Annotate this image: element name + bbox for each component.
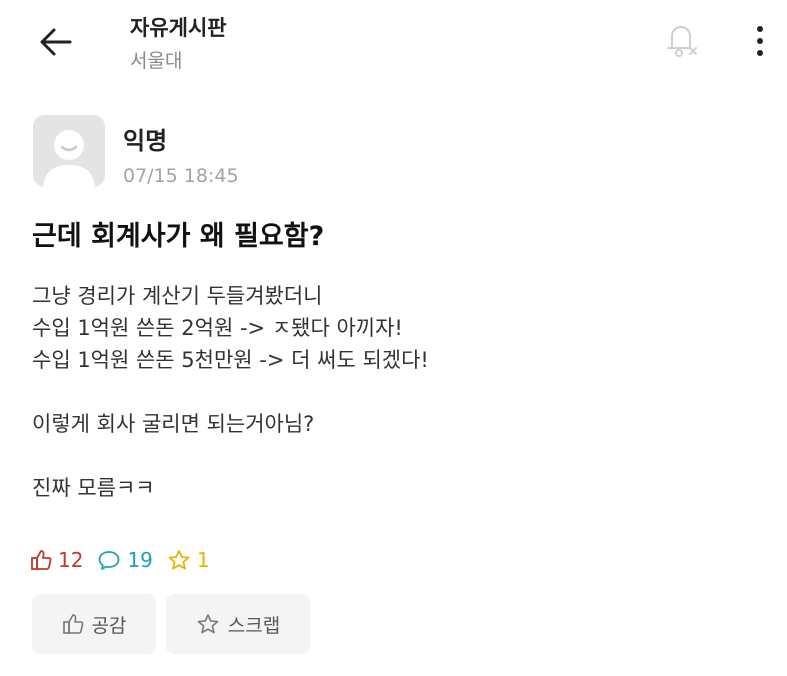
anonymous-avatar-icon: [33, 115, 105, 187]
scrap-button-label: 스크랩: [227, 614, 281, 637]
post-body-line: [32, 440, 429, 472]
like-count: 12: [58, 548, 84, 572]
thumbs-up-icon: [62, 614, 83, 634]
post-stats: 12 19 1: [30, 545, 224, 575]
notification-button[interactable]: [660, 18, 702, 62]
post-body-line: 그냥 경리가 계산기 두들겨봤더니: [32, 284, 323, 308]
post-title: 근데 회계사가 왜 필요함?: [32, 221, 325, 252]
post-body-line: 수입 1억원 쓴돈 5천만원 -> 더 써도 되겠다!: [32, 348, 429, 372]
post-author-block: 익명 07/15 18:45: [33, 115, 533, 190]
post-body-line: [32, 376, 429, 408]
thumbs-up-icon: [31, 550, 52, 570]
post-body: 그냥 경리가 계산기 두들겨봤더니 수입 1억원 쓴돈 2억원 -> ㅈ됐다 아…: [32, 280, 429, 504]
comment-icon: [99, 551, 120, 570]
post-body-line: 진짜 모름ㅋㅋ: [32, 476, 155, 500]
post-timestamp: 07/15 18:45: [123, 165, 239, 187]
scrap-button[interactable]: 스크랩: [166, 594, 310, 654]
more-options-button[interactable]: [745, 20, 775, 62]
post-body-line: 이렇게 회사 굴리면 되는거아님?: [32, 412, 315, 436]
like-button-label: 공감: [91, 614, 127, 637]
star-icon: [197, 614, 219, 634]
author-name: 익명: [123, 127, 168, 155]
star-icon: [168, 550, 190, 570]
like-count-stat: 12: [30, 548, 83, 572]
back-arrow-icon: [40, 28, 72, 56]
like-button[interactable]: 공감: [32, 594, 156, 654]
more-vertical-icon: [757, 26, 763, 56]
bell-off-icon: [667, 26, 697, 57]
post-actions: 공감 스크랩: [32, 594, 320, 654]
avatar: [33, 115, 105, 187]
top-bar: 자유게시판 서울대: [0, 0, 787, 90]
board-subtitle: 서울대: [130, 50, 183, 72]
board-title: 자유게시판: [130, 16, 227, 40]
comment-count: 19: [127, 548, 153, 572]
scrap-count-stat: 1: [167, 548, 210, 572]
scrap-count: 1: [196, 548, 210, 572]
back-button[interactable]: [34, 22, 78, 62]
post-body-line: 수입 1억원 쓴돈 2억원 -> ㅈ됐다 아끼자!: [32, 316, 403, 340]
comment-count-stat: 19: [97, 548, 153, 572]
